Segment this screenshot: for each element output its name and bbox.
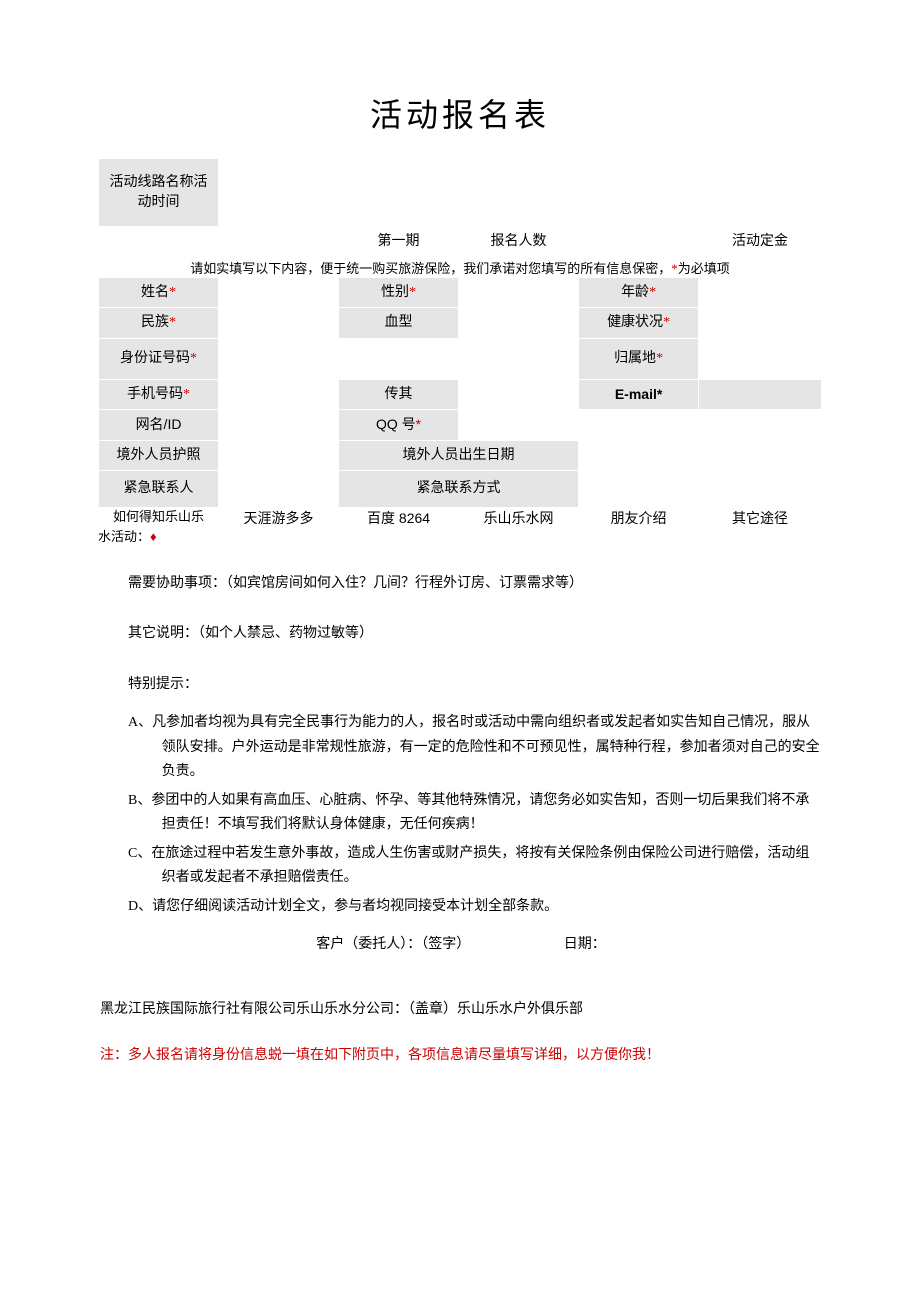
page-container: 活动报名表 活动线路名称活动时间 第一期 报名人数 活动定金 请如实填写以下内容…	[0, 0, 920, 1301]
org-line: 黑龙江民族国际旅行社有限公司乐山乐水分公司：（盖章）乐山乐水户外俱乐部	[100, 998, 822, 1023]
para-other: 其它说明：（如个人禁忌、药物过敏等）	[100, 622, 822, 647]
para-assist: 需要协助事项：（如宾馆房间如何入住？几间？行程外订房、订票需求等）	[100, 572, 822, 597]
signature-line: 客户（委托人）：（签字） 日期：	[100, 933, 822, 958]
label-qq: QQ 号*	[339, 410, 458, 440]
label-age: 年龄*	[579, 278, 698, 308]
source-option-3[interactable]: 乐山乐水网	[459, 508, 578, 528]
value-qq[interactable]	[459, 420, 821, 430]
label-phase: 第一期	[339, 227, 458, 257]
value-birth[interactable]	[579, 451, 821, 461]
value-home[interactable]	[699, 354, 821, 364]
label-mobile: 手机号码*	[99, 380, 218, 410]
label-emerg-contact: 紧急联系方式	[339, 474, 578, 504]
label-blood: 血型	[339, 308, 458, 338]
value-passport[interactable]	[219, 451, 338, 461]
value-name[interactable]	[219, 288, 338, 298]
instruction-prefix: 请如实填写以下内容，便于统一购买旅游保险，我们承诺对您填写的所有信息保密，	[190, 261, 671, 276]
value-age[interactable]	[699, 288, 821, 298]
value-emerg-person[interactable]	[219, 484, 338, 494]
value-idnum[interactable]	[219, 354, 578, 364]
note-line: 注：多人报名请将身份信息蜕一填在如下附页中，各项信息请尽量填写详细，以方便你我！	[100, 1044, 822, 1069]
tip-d: D、请您仔细阅读活动计划全文，参与者均视同接受本计划全部条款。	[128, 895, 822, 920]
tip-c: C、在旅途过程中若发生意外事故，造成人生伤害或财产损失，将按有关保险条例由保险公…	[128, 842, 822, 891]
label-deposit: 活动定金	[699, 227, 821, 257]
body-text: 需要协助事项：（如宾馆房间如何入住？几间？行程外订房、订票需求等） 其它说明：（…	[98, 572, 822, 1069]
label-home: 归属地*	[579, 344, 698, 374]
source-option-1[interactable]: 天涯游多多	[219, 508, 338, 528]
label-passport: 境外人员护照	[99, 441, 218, 471]
tip-a: A、凡参加者均视为具有完全民事行为能力的人，报名时或活动中需向组织者或发起者如实…	[128, 711, 822, 785]
tip-b: B、参团中的人如果有高血压、心脏病、怀孕、等其他特殊情况，请您务必如实告知，否则…	[128, 789, 822, 838]
source-option-2[interactable]: 百度 8264	[339, 508, 458, 528]
value-health[interactable]	[699, 318, 821, 328]
label-gender: 性别*	[339, 278, 458, 308]
doc-title: 活动报名表	[98, 90, 822, 136]
value-fax[interactable]	[459, 389, 578, 399]
label-email: E-mail*	[579, 380, 698, 410]
tips-heading: 特别提示：	[100, 673, 822, 698]
label-fax: 传其	[339, 380, 458, 410]
value-netid[interactable]	[219, 420, 338, 430]
source-option-5[interactable]: 其它途径	[699, 508, 821, 528]
label-emerg-person: 紧急联系人	[99, 471, 218, 507]
diamond-icon: ♦	[150, 529, 157, 544]
instruction-suffix: 为必填项	[678, 261, 730, 276]
label-source: 如何得知乐山乐	[99, 509, 218, 526]
value-mobile[interactable]	[219, 389, 338, 399]
label-count: 报名人数	[459, 227, 578, 257]
label-birth: 境外人员出生日期	[339, 441, 578, 471]
value-route[interactable]	[219, 179, 821, 207]
source-option-4[interactable]: 朋友介绍	[579, 508, 698, 528]
label-ethnic: 民族*	[99, 308, 218, 338]
label-name: 姓名*	[99, 278, 218, 308]
label-netid: 网名/ID	[99, 410, 218, 440]
label-source-line2: 水活动：♦	[98, 529, 822, 546]
label-route-time: 活动线路名称活动时间	[99, 159, 218, 226]
label-health: 健康状况*	[579, 308, 698, 338]
registration-table: 活动线路名称活动时间 第一期 报名人数 活动定金 请如实填写以下内容，便于统一购…	[98, 158, 822, 529]
value-email[interactable]	[699, 389, 821, 399]
label-idnum: 身份证号码*	[99, 339, 218, 379]
value-emerg-contact[interactable]	[579, 484, 821, 494]
value-gender[interactable]	[459, 288, 578, 298]
value-blood[interactable]	[459, 318, 578, 328]
value-ethnic[interactable]	[219, 318, 338, 328]
